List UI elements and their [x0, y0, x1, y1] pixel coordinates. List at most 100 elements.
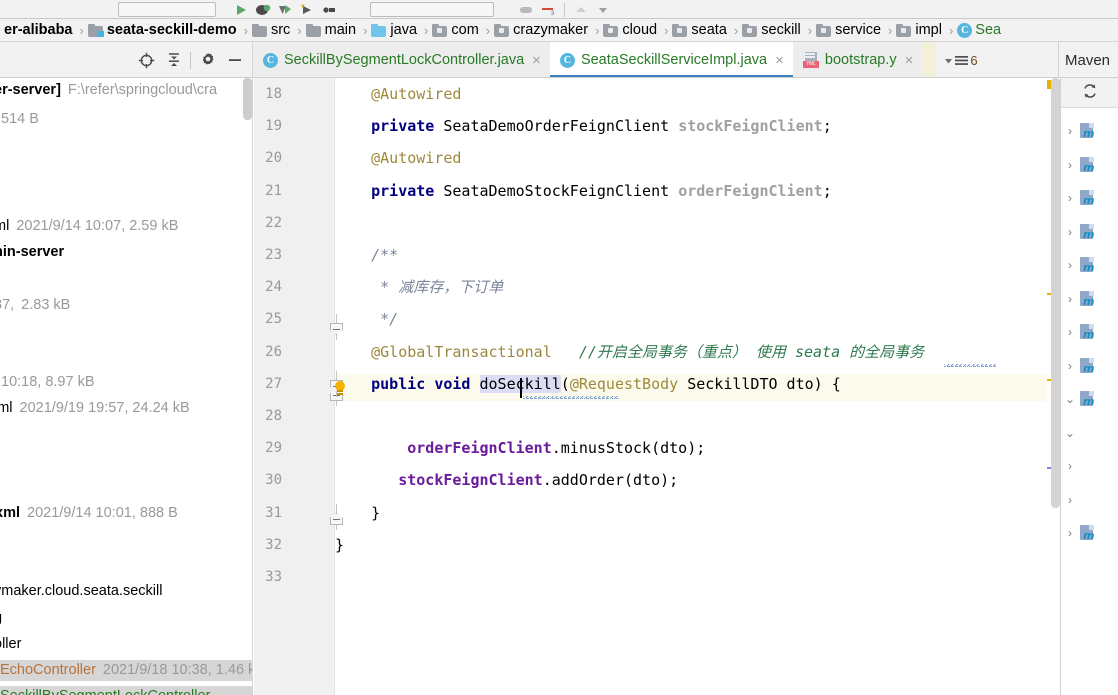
project-tree-node[interactable]: .xml 2021/9/14 10:01, 888 B [0, 503, 178, 524]
chevron-right-icon[interactable]: › [1061, 325, 1079, 339]
tab-overflow-button[interactable]: 6 [936, 42, 985, 77]
project-tree-node[interactable]: nin-server [0, 242, 64, 263]
maven-tool-window[interactable]: › m › m › m › m › m › m › m › m ⌄ m ⌄ › › › m [1060, 78, 1118, 695]
code-line: */ [335, 309, 398, 329]
reload-all-maven-projects-icon[interactable] [1081, 82, 1099, 103]
chevron-right-icon[interactable]: › [1061, 258, 1079, 272]
breadcrumb-label: com [451, 22, 479, 38]
stop-icon[interactable] [515, 1, 537, 19]
maven-tree-row[interactable]: › m [1061, 520, 1118, 546]
project-node-meta: 2021/9/14 10:07, 2.59 kB [16, 218, 179, 234]
breadcrumb[interactable]: er-alibaba › seata-seckill-demo › src › … [0, 19, 1118, 42]
project-tree-node[interactable]: 10:18, 8.97 kB [0, 372, 95, 393]
settings-gear-icon[interactable] [194, 46, 221, 74]
project-tree-node[interactable]: iml 2021/9/19 19:57, 24.24 kB [0, 398, 190, 419]
chevron-right-icon[interactable]: › [1061, 292, 1079, 306]
maven-tree-row[interactable]: › m [1061, 152, 1118, 178]
breadcrumb-item-8[interactable]: seata [671, 19, 730, 41]
attach-process-icon[interactable] [318, 1, 340, 19]
maven-tree-row[interactable]: › [1061, 487, 1118, 513]
breadcrumb-item-0[interactable]: er-alibaba [0, 19, 77, 41]
maven-tree-row[interactable]: › m [1061, 185, 1118, 211]
chevron-right-icon[interactable]: › [1061, 359, 1079, 373]
tab-close-icon[interactable]: × [905, 53, 914, 68]
breadcrumb-item-5[interactable]: com [431, 19, 482, 41]
maven-panel-title[interactable]: Maven [1058, 42, 1118, 77]
maven-tree-row[interactable]: › m [1061, 353, 1118, 379]
maven-tree-row[interactable]: ⌄ m [1061, 386, 1118, 412]
project-tree-node[interactable]: er-server] F:\refer\springcloud\cra [0, 80, 217, 101]
maven-tree-row[interactable]: › m [1061, 286, 1118, 312]
more-chevron-icon[interactable] [592, 1, 614, 19]
line-number: 18 [265, 86, 282, 102]
code-token: */ [335, 310, 399, 329]
run-icon[interactable] [230, 1, 252, 19]
tab-seckill-by-segment-lock-controller[interactable]: C SeckillBySegmentLockController.java × [253, 42, 550, 77]
code-line: * 减库存，下订单 [335, 277, 503, 297]
project-tree-node[interactable]: 514 B [0, 109, 39, 130]
collapse-all-icon[interactable] [160, 46, 187, 74]
tab-close-icon[interactable]: × [532, 53, 541, 68]
chevron-right-icon[interactable]: › [1061, 158, 1079, 172]
breadcrumb-item-6[interactable]: crazymaker [493, 19, 592, 41]
code-text[interactable]: @Autowired private SeataDemoOrderFeignCl… [335, 78, 1060, 695]
project-tree-node[interactable]: 37, 2.83 kB [0, 295, 70, 316]
maven-tree-row[interactable]: ⌄ [1061, 420, 1118, 446]
maven-tree-row[interactable]: › m [1061, 219, 1118, 245]
chevron-right-icon[interactable]: › [1061, 493, 1079, 507]
breadcrumb-item-4[interactable]: java [370, 19, 421, 41]
git-update-icon[interactable] [570, 1, 592, 19]
code-editor[interactable]: 18 19 20 21 22 23 24 25 26 27 28 29 30 31 32 33 @Autowi… [254, 78, 1060, 695]
breadcrumb-item-11[interactable]: impl [895, 19, 946, 41]
breadcrumb-item-1[interactable]: seata-seckill-demo [87, 19, 241, 41]
breadcrumb-item-2[interactable]: src [251, 19, 294, 41]
project-tree-node[interactable]: g [0, 608, 2, 629]
chevron-right-icon[interactable]: › [1061, 526, 1079, 540]
project-tree-node[interactable]: oller [0, 634, 21, 655]
problems-icon[interactable]: 3 [537, 1, 559, 19]
editor-vertical-scrollbar[interactable] [1051, 78, 1060, 508]
maven-tree-row[interactable]: › [1061, 453, 1118, 479]
breadcrumb-item-7[interactable]: cloud [602, 19, 661, 41]
tab-close-icon[interactable]: × [775, 53, 784, 68]
breadcrumb-item-9[interactable]: seckill [741, 19, 804, 41]
project-tool-window[interactable]: er-server] F:\refer\springcloud\cra 514 B m… [0, 78, 253, 695]
debug-icon[interactable] [252, 1, 274, 19]
maven-tree-row[interactable]: › m [1061, 319, 1118, 345]
project-tree-node[interactable]: ml 2021/9/14 10:07, 2.59 kB [0, 216, 178, 237]
breadcrumb-label: java [390, 22, 418, 38]
breadcrumb-label: seata-seckill-demo [106, 22, 237, 38]
maven-label: Maven [1065, 51, 1111, 69]
breadcrumb-item-10[interactable]: service [815, 19, 885, 41]
search-field[interactable] [370, 2, 494, 17]
editor-marker-strip[interactable] [1047, 78, 1060, 695]
breadcrumb-item-12[interactable]: C Sea [956, 19, 1005, 41]
code-token: SeckillDTO dto) { [678, 374, 841, 393]
editor-gutter[interactable]: 18 19 20 21 22 23 24 25 26 27 28 29 30 31 32 33 [254, 78, 345, 695]
code-token: orderFeignClient [335, 439, 552, 458]
chevron-down-icon[interactable]: ⌄ [1061, 392, 1079, 406]
chevron-right-icon[interactable]: › [1061, 225, 1079, 239]
maven-tree-row[interactable]: › m [1061, 252, 1118, 278]
chevron-right-icon[interactable]: › [1061, 124, 1079, 138]
yml-file-icon: YML [802, 52, 819, 68]
tab-seata-seckill-service-impl[interactable]: C SeataSeckillServiceImpl.java × [549, 42, 793, 77]
project-tree-node[interactable]: EchoController 2021/9/18 10:38, 1.46 kB [0, 660, 252, 681]
package-icon [672, 23, 688, 37]
select-opened-file-icon[interactable] [133, 46, 160, 74]
run-with-coverage-icon[interactable] [274, 1, 296, 19]
tab-label: SeckillBySegmentLockController.java [284, 52, 525, 68]
project-tree-node[interactable]: SeckillBySegmentLockController [0, 686, 252, 695]
profile-icon[interactable] [296, 1, 318, 19]
breadcrumb-item-3[interactable]: main [305, 19, 360, 41]
chevron-right-icon[interactable]: › [1061, 191, 1079, 205]
maven-tree-row[interactable]: › m [1061, 118, 1118, 144]
run-configuration-selector[interactable] [118, 2, 216, 17]
main-toolbar: 3 [0, 0, 1118, 19]
tab-bootstrap-yml[interactable]: YML bootstrap.y × [792, 42, 923, 77]
hide-panel-icon[interactable] [221, 46, 248, 74]
project-panel-scrollbar[interactable] [243, 78, 252, 120]
chevron-down-icon[interactable]: ⌄ [1061, 426, 1079, 440]
chevron-right-icon[interactable]: › [1061, 459, 1079, 473]
project-tree-node[interactable]: ymaker.cloud.seata.seckill [0, 581, 162, 602]
